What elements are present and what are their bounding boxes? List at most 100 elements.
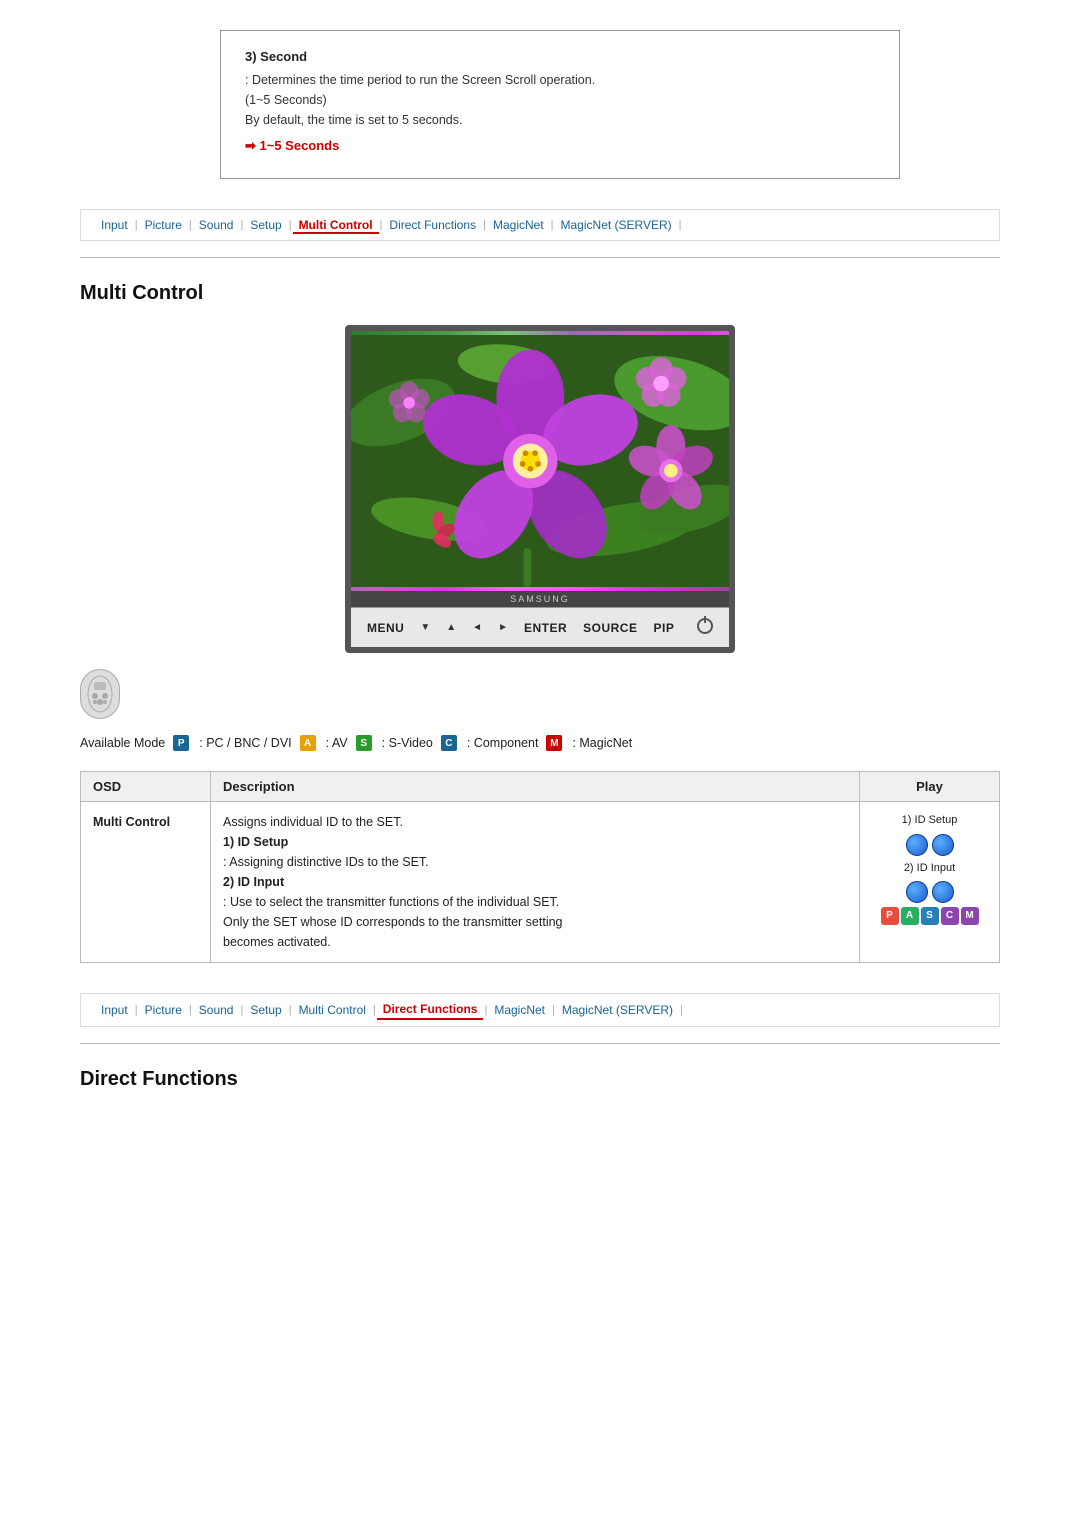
blue-circles-1 (872, 834, 987, 856)
desc-bold-2: 2) ID Input (223, 875, 284, 889)
mode-badge-s: S (356, 735, 372, 751)
box-highlight: ➡ 1~5 Seconds (245, 138, 875, 154)
nav2-sep-7: | (552, 1004, 555, 1016)
right-arrow[interactable]: ► (498, 622, 508, 633)
pascm-row: P A S C M (872, 907, 987, 925)
nav2-sep-3: | (240, 1004, 243, 1016)
osd-value: Multi Control (93, 815, 170, 829)
nav2-input[interactable]: Input (95, 1001, 134, 1019)
nav2-magicnet-server[interactable]: MagicNet (SERVER) (556, 1001, 679, 1019)
pip-btn[interactable]: PIP (653, 621, 674, 635)
nav2-sep-2: | (189, 1004, 192, 1016)
remote-svg (85, 674, 115, 714)
left-arrow[interactable]: ◄ (472, 622, 482, 633)
divider-2 (80, 1043, 1000, 1044)
up-arrow[interactable]: ▲ (446, 622, 456, 633)
mode-label-m: : MagicNet (572, 736, 632, 750)
blue-circle-4 (932, 881, 954, 903)
mode-label-p: : PC / BNC / DVI (199, 736, 291, 750)
nav1-sep-3: | (240, 219, 243, 231)
remote-icon-area (80, 669, 1000, 719)
enter-btn[interactable]: ENTER (524, 621, 567, 635)
monitor-controls: MENU ▼ ▲ ◄ ► ENTER SOURCE PIP (351, 607, 729, 647)
th-description: Description (211, 772, 860, 802)
nav1-input[interactable]: Input (95, 216, 134, 234)
remote-icon (80, 669, 120, 719)
nav1-setup[interactable]: Setup (244, 216, 287, 234)
menu-btn[interactable]: MENU (367, 621, 404, 635)
nav2-sep-5: | (373, 1004, 376, 1016)
nav-bar-1: Input | Picture | Sound | Setup | Multi … (80, 209, 1000, 241)
mode-badge-p: P (173, 735, 189, 751)
box-line-1: : Determines the time period to run the … (245, 70, 875, 90)
nav1-picture[interactable]: Picture (139, 216, 188, 234)
nav-bar-2: Input | Picture | Sound | Setup | Multi … (80, 993, 1000, 1027)
nav1-directfunctions[interactable]: Direct Functions (383, 216, 482, 234)
mode-badge-a: A (300, 735, 316, 751)
nav1-sep-4: | (289, 219, 292, 231)
nav1-magicnet[interactable]: MagicNet (487, 216, 550, 234)
nav2-picture[interactable]: Picture (139, 1001, 188, 1019)
osd-table: OSD Description Play Multi Control Assig… (80, 771, 1000, 963)
pascm-s: S (921, 907, 939, 925)
mode-label-a: : AV (326, 736, 348, 750)
down-arrow[interactable]: ▼ (420, 622, 430, 633)
nav1-sep-7: | (551, 219, 554, 231)
pascm-p: P (881, 907, 899, 925)
th-play: Play (860, 772, 1000, 802)
description-cell: Assigns individual ID to the SET. 1) ID … (211, 802, 860, 963)
nav2-sep-4: | (289, 1004, 292, 1016)
desc-line-5: becomes activated. (223, 935, 331, 949)
desc-line-3: : Use to select the transmitter function… (223, 895, 559, 909)
blue-circle-3 (906, 881, 928, 903)
nav1-sep-6: | (483, 219, 486, 231)
nav2-sound[interactable]: Sound (193, 1001, 240, 1019)
osd-cell: Multi Control (81, 802, 211, 963)
table-row: Multi Control Assigns individual ID to t… (81, 802, 1000, 963)
box-title: 3) Second (245, 49, 875, 64)
nav2-magicnet[interactable]: MagicNet (488, 1001, 551, 1019)
blue-circle-2 (932, 834, 954, 856)
blue-circle-1 (906, 834, 928, 856)
nav2-sep-6: | (484, 1004, 487, 1016)
nav2-multicontrol[interactable]: Multi Control (293, 1001, 372, 1019)
mode-label-c: : Component (467, 736, 539, 750)
available-mode-row: Available Mode P : PC / BNC / DVI A : AV… (80, 735, 1000, 751)
nav2-setup[interactable]: Setup (244, 1001, 287, 1019)
source-btn[interactable]: SOURCE (583, 621, 637, 635)
desc-line-2: : Assigning distinctive IDs to the SET. (223, 855, 429, 869)
play-cell: 1) ID Setup 2) ID Input P A S C (860, 802, 1000, 963)
nav1-sep-2: | (189, 219, 192, 231)
box-line-2: (1~5 Seconds) (245, 90, 875, 110)
desc-bold-1: 1) ID Setup (223, 835, 288, 849)
nav2-directfunctions[interactable]: Direct Functions (377, 1000, 484, 1020)
monitor-screen (351, 331, 729, 591)
pascm-m: M (961, 907, 979, 925)
info-box: 3) Second : Determines the time period t… (220, 30, 900, 179)
available-mode-label: Available Mode (80, 736, 165, 750)
direct-functions-heading: Direct Functions (80, 1068, 1000, 1091)
monitor-display (351, 331, 729, 591)
monitor-brand: SAMSUNG (351, 591, 729, 607)
nav1-sep-5: | (380, 219, 383, 231)
multi-control-heading: Multi Control (80, 282, 1000, 305)
monitor-frame: SAMSUNG MENU ▼ ▲ ◄ ► ENTER SOURCE PIP (345, 325, 735, 653)
nav2-sep-1: | (135, 1004, 138, 1016)
mode-label-s: : S-Video (382, 736, 433, 750)
play-label-1: 1) ID Setup (872, 812, 987, 830)
mode-badge-m: M (546, 735, 562, 751)
nav1-sep-1: | (135, 219, 138, 231)
pascm-c: C (941, 907, 959, 925)
pascm-a: A (901, 907, 919, 925)
blue-circles-2 (872, 881, 987, 903)
nav1-multicontrol[interactable]: Multi Control (293, 216, 379, 234)
nav1-magicnet-server[interactable]: MagicNet (SERVER) (555, 216, 678, 234)
desc-line-1: Assigns individual ID to the SET. (223, 815, 403, 829)
desc-line-4: Only the SET whose ID corresponds to the… (223, 915, 563, 929)
nav1-sound[interactable]: Sound (193, 216, 240, 234)
play-label-2: 2) ID Input (872, 860, 987, 878)
box-line-3: By default, the time is set to 5 seconds… (245, 110, 875, 130)
nav2-sep-8: | (680, 1004, 683, 1016)
divider-1 (80, 257, 1000, 258)
power-icon[interactable] (697, 618, 713, 634)
